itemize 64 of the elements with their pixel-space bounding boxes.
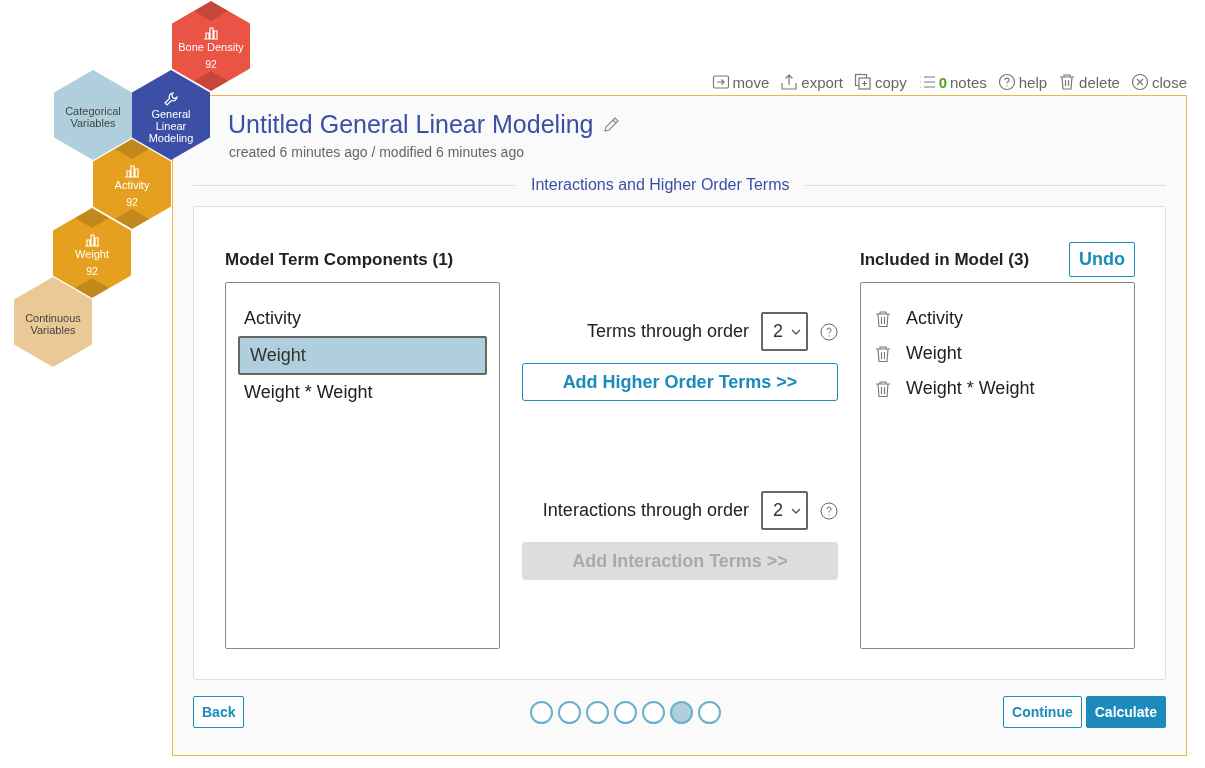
hexagon-label: General Linear Modeling bbox=[147, 107, 195, 144]
order-dropdown[interactable]: 2 bbox=[761, 312, 808, 351]
help-icon[interactable] bbox=[820, 501, 838, 520]
chevron-icon bbox=[791, 507, 801, 514]
count-label: 92 bbox=[126, 196, 138, 208]
help-icon bbox=[997, 73, 1016, 91]
delete-button[interactable]: delete bbox=[1058, 73, 1120, 91]
step-dot[interactable] bbox=[530, 700, 553, 724]
hexagon-label: Weight bbox=[74, 248, 109, 260]
close-icon bbox=[1130, 73, 1149, 91]
trash-icon[interactable] bbox=[875, 309, 891, 328]
count-label: 92 bbox=[205, 58, 217, 70]
bar-chart-icon bbox=[84, 233, 100, 247]
timestamp-text: created 6 minutes ago / modified 6 minutes ago bbox=[229, 144, 525, 160]
hexagon-label: Categorical Variables bbox=[64, 105, 122, 129]
list-item[interactable]: Weight bbox=[238, 336, 487, 375]
add-terms-button[interactable]: Add Higher Order Terms >> bbox=[522, 363, 838, 401]
export-button[interactable]: export bbox=[780, 73, 843, 91]
step-dot[interactable] bbox=[698, 700, 721, 724]
calculate-button[interactable]: Calculate bbox=[1085, 696, 1166, 728]
step-dot[interactable] bbox=[586, 700, 609, 724]
section-heading: Interactions and Higher Order Terms bbox=[531, 176, 790, 194]
notes-button[interactable]: 0 notes bbox=[917, 73, 987, 91]
step-dot[interactable] bbox=[642, 700, 665, 724]
chevron-icon bbox=[791, 328, 801, 335]
pencil-icon[interactable] bbox=[601, 115, 620, 134]
help-button[interactable]: help bbox=[997, 73, 1048, 91]
continue-button[interactable]: Continue bbox=[1003, 696, 1082, 728]
list-heading: Included in Model (3) bbox=[860, 249, 1030, 270]
hexagon-node[interactable] bbox=[53, 208, 131, 298]
model-term: Weight bbox=[906, 343, 962, 364]
close-button[interactable]: close bbox=[1130, 73, 1187, 91]
count-label: 92 bbox=[86, 265, 98, 277]
step-dot[interactable] bbox=[614, 700, 637, 724]
undo-button[interactable]: Undo bbox=[1069, 242, 1135, 277]
copy-button[interactable]: copy bbox=[854, 73, 907, 91]
step-dot[interactable] bbox=[558, 700, 581, 724]
upload-icon bbox=[780, 73, 799, 91]
back-button[interactable]: Back bbox=[193, 696, 245, 728]
move-button[interactable]: move bbox=[711, 73, 770, 91]
analysis-title: Untitled General Linear Modeling bbox=[228, 110, 594, 139]
help-icon[interactable] bbox=[820, 322, 838, 341]
order-label: Terms through order bbox=[586, 321, 749, 342]
hexagon-label: Continuous Variables bbox=[24, 312, 82, 336]
model-term: Weight * Weight bbox=[906, 378, 1035, 399]
hexagon-node[interactable] bbox=[172, 1, 250, 91]
trash-icon[interactable] bbox=[875, 379, 891, 398]
step-dot[interactable] bbox=[670, 700, 693, 724]
model-term: Activity bbox=[906, 308, 963, 329]
list-item[interactable]: Weight * Weight bbox=[238, 375, 487, 410]
hexagon-node[interactable] bbox=[14, 277, 92, 367]
copy-icon bbox=[854, 73, 872, 91]
bar-chart-icon bbox=[203, 26, 219, 40]
list-item[interactable]: Activity bbox=[238, 301, 487, 336]
hexagon-node[interactable] bbox=[54, 70, 132, 160]
list-heading: Model Term Components (1) bbox=[225, 249, 454, 270]
trash-icon bbox=[1058, 73, 1077, 91]
wrench-icon bbox=[163, 90, 179, 107]
hexagon-label: Bone Density bbox=[178, 41, 244, 53]
bar-chart-icon bbox=[124, 164, 140, 178]
trash-icon[interactable] bbox=[875, 344, 891, 363]
hexagon-label: Activity bbox=[114, 179, 150, 191]
order-label: Interactions through order bbox=[542, 500, 749, 521]
list-icon bbox=[917, 73, 936, 91]
